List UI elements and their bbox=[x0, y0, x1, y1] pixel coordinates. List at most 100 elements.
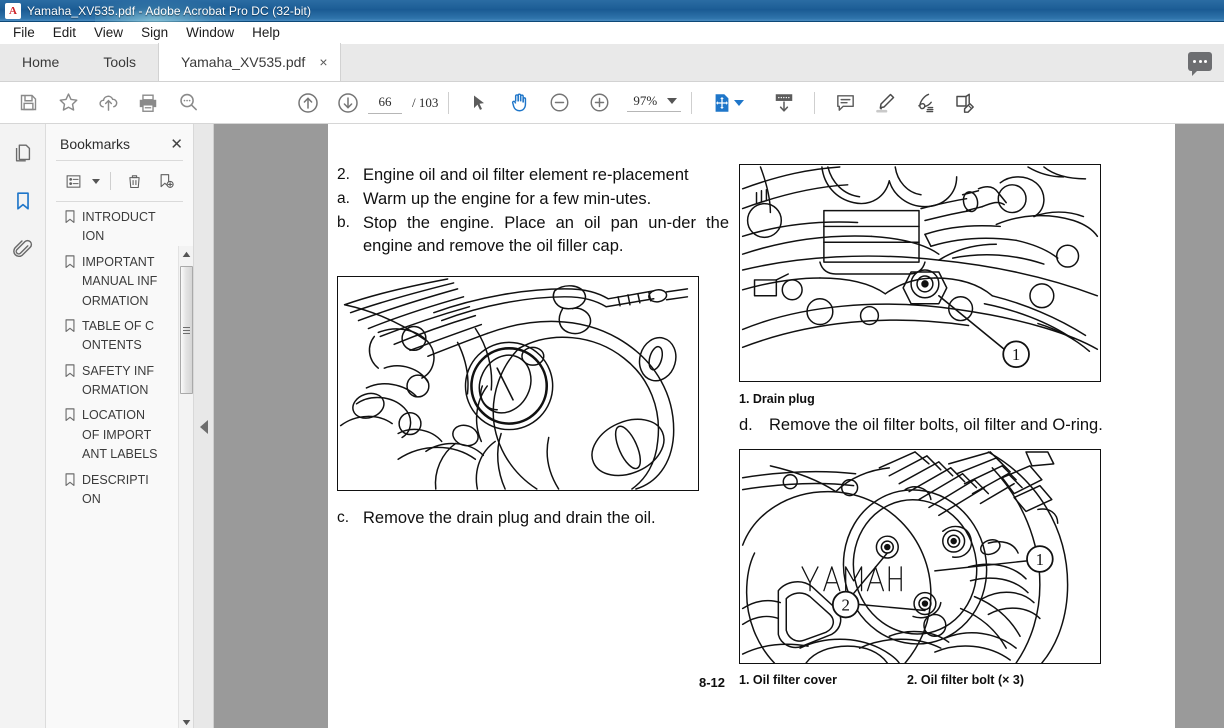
options-list-icon[interactable] bbox=[60, 169, 86, 193]
comment-bubble-icon[interactable] bbox=[1188, 52, 1212, 76]
menu-window[interactable]: Window bbox=[177, 23, 243, 42]
toolbar-divider bbox=[691, 91, 693, 114]
figure-crankcase-cover bbox=[337, 275, 699, 491]
page-thumbnails-icon[interactable] bbox=[7, 138, 39, 168]
document-viewport[interactable]: 2. Engine oil and oil filter element re-… bbox=[214, 124, 1224, 728]
zoom-level-control[interactable]: 97% bbox=[627, 93, 682, 112]
delete-bookmark-icon[interactable] bbox=[121, 169, 147, 193]
bubble-dot bbox=[1198, 60, 1202, 63]
panel-collapse-handle[interactable] bbox=[194, 124, 214, 728]
select-cursor-icon[interactable] bbox=[459, 86, 499, 120]
step-text: Remove the drain plug and drain the oil. bbox=[363, 508, 656, 527]
step-text: Stop the engine. Place an oil pan un-der… bbox=[363, 213, 729, 255]
scrollbar-track[interactable] bbox=[179, 262, 194, 714]
work-area: Bookmarks ✕ INTRODUCTION IMPORTANT MANUA… bbox=[0, 124, 1224, 728]
page-down-icon[interactable] bbox=[328, 86, 368, 120]
bookmark-item[interactable]: DESCRIPTION bbox=[64, 471, 193, 510]
close-icon[interactable]: ✕ bbox=[170, 137, 183, 152]
bookmark-item[interactable]: INTRODUCTION bbox=[64, 208, 193, 247]
divider bbox=[110, 172, 111, 190]
figure-caption-oil-filter-cover: 1. Oil filter cover bbox=[739, 672, 837, 687]
step-marker: d. bbox=[739, 416, 753, 434]
zoom-level-value: 97% bbox=[633, 93, 658, 108]
tab-document-label: Yamaha_XV535.pdf bbox=[181, 54, 306, 70]
bookmarks-icon[interactable] bbox=[7, 186, 39, 216]
instruction-step-d: d. Remove the oil filter bolts, oil filt… bbox=[739, 414, 1131, 437]
bubble-dot bbox=[1193, 60, 1196, 63]
figure-callout-2: 2 bbox=[841, 595, 849, 614]
bookmark-item[interactable]: IMPORTANT MANUAL INFORMATION bbox=[64, 253, 193, 311]
attachments-icon[interactable] bbox=[7, 234, 39, 264]
menu-file[interactable]: File bbox=[4, 23, 44, 42]
figure-caption-oil-filter-bolt: 2. Oil filter bolt (× 3) bbox=[906, 672, 1024, 687]
close-icon[interactable]: × bbox=[319, 55, 327, 69]
figure-captions-row: 1. Oil filter cover 2. Oil filter bolt (… bbox=[739, 673, 1131, 687]
scroll-down-arrow-icon[interactable] bbox=[179, 714, 194, 728]
bookmark-label: DESCRIPTION bbox=[82, 472, 149, 506]
bookmark-item[interactable]: TABLE OF CONTENTS bbox=[64, 317, 193, 356]
chevron-down-icon[interactable] bbox=[667, 98, 678, 104]
step-text: Remove the oil filter bolts, oil filter … bbox=[769, 416, 1103, 434]
search-icon[interactable] bbox=[168, 86, 208, 120]
chevron-down-icon[interactable] bbox=[92, 178, 100, 184]
bookmarks-list[interactable]: INTRODUCTION IMPORTANT MANUAL INFORMATIO… bbox=[46, 202, 193, 728]
menu-help[interactable]: Help bbox=[243, 23, 289, 42]
hand-tool-icon[interactable] bbox=[499, 86, 539, 120]
page-up-icon[interactable] bbox=[288, 86, 328, 120]
scroll-mode-icon[interactable] bbox=[764, 86, 804, 120]
comment-icon[interactable] bbox=[825, 86, 865, 120]
zoom-in-icon[interactable] bbox=[579, 86, 619, 120]
zoom-out-icon[interactable] bbox=[539, 86, 579, 120]
tab-tools[interactable]: Tools bbox=[81, 43, 158, 81]
figure-oil-filter-cover: 1 2 bbox=[739, 448, 1101, 664]
step-text: Engine oil and oil filter element re-pla… bbox=[363, 166, 689, 184]
bookmark-item[interactable]: LOCATION OF IMPORTANT LABELS bbox=[64, 406, 193, 464]
figure-drain-plug: 1 bbox=[739, 164, 1101, 382]
page-number-input[interactable] bbox=[368, 91, 402, 114]
scrollbar-thumb[interactable] bbox=[179, 266, 193, 394]
bookmarks-toolbar bbox=[46, 161, 193, 201]
step-marker: b. bbox=[337, 213, 350, 231]
bookmark-label: SAFETY INFORMATION bbox=[82, 363, 155, 397]
page-total-label: / 103 bbox=[412, 94, 439, 110]
acrobat-app-icon: A bbox=[5, 2, 21, 19]
cloud-upload-icon[interactable] bbox=[88, 86, 128, 120]
list-item: d. Remove the oil filter bolts, oil filt… bbox=[739, 414, 1131, 437]
page-left-column: 2. Engine oil and oil filter element re-… bbox=[337, 164, 729, 531]
sign-icon[interactable] bbox=[905, 86, 945, 120]
navigation-rail bbox=[0, 124, 46, 728]
menu-sign[interactable]: Sign bbox=[132, 23, 177, 42]
star-icon[interactable] bbox=[48, 86, 88, 120]
bookmarks-scrollbar[interactable] bbox=[178, 246, 193, 728]
bookmark-item[interactable]: SAFETY INFORMATION bbox=[64, 362, 193, 401]
tab-document[interactable]: Yamaha_XV535.pdf × bbox=[158, 43, 341, 81]
main-toolbar: / 103 97% bbox=[0, 82, 1224, 124]
menu-edit[interactable]: Edit bbox=[44, 23, 85, 42]
print-icon[interactable] bbox=[128, 86, 168, 120]
bookmark-icon bbox=[64, 210, 76, 224]
new-bookmark-icon[interactable] bbox=[153, 169, 179, 193]
tab-home[interactable]: Home bbox=[0, 43, 81, 81]
bookmark-label: TABLE OF CONTENTS bbox=[82, 318, 155, 353]
fit-page-chevron-icon[interactable] bbox=[734, 99, 745, 106]
scroll-up-arrow-icon[interactable] bbox=[179, 246, 194, 262]
figure-callout-1: 1 bbox=[1036, 550, 1044, 569]
save-icon[interactable] bbox=[8, 86, 48, 120]
scrollbar-grip-icon bbox=[182, 326, 190, 334]
edit-pdf-icon[interactable] bbox=[945, 86, 985, 120]
page-footer-number: 8-12 bbox=[699, 674, 726, 690]
crankcase-line-drawing bbox=[338, 276, 698, 490]
figure-caption-drain-plug: 1. Drain plug bbox=[739, 392, 815, 406]
bookmarks-panel-title: Bookmarks bbox=[60, 136, 131, 152]
list-item: a. Warm up the engine for a few min-utes… bbox=[337, 188, 729, 211]
bookmark-icon bbox=[64, 255, 76, 269]
bubble-dot bbox=[1204, 60, 1207, 63]
instruction-list: 2. Engine oil and oil filter element re-… bbox=[337, 164, 729, 258]
highlighter-icon[interactable] bbox=[865, 86, 905, 120]
bookmarks-panel: Bookmarks ✕ INTRODUCTION IMPORTANT MANUA… bbox=[46, 124, 194, 728]
step-marker: 2. bbox=[337, 166, 350, 183]
step-text: Warm up the engine for a few min-utes. bbox=[363, 189, 652, 208]
bookmark-icon bbox=[64, 363, 76, 378]
menu-view[interactable]: View bbox=[85, 23, 132, 42]
collapse-arrow-icon[interactable] bbox=[199, 420, 208, 434]
